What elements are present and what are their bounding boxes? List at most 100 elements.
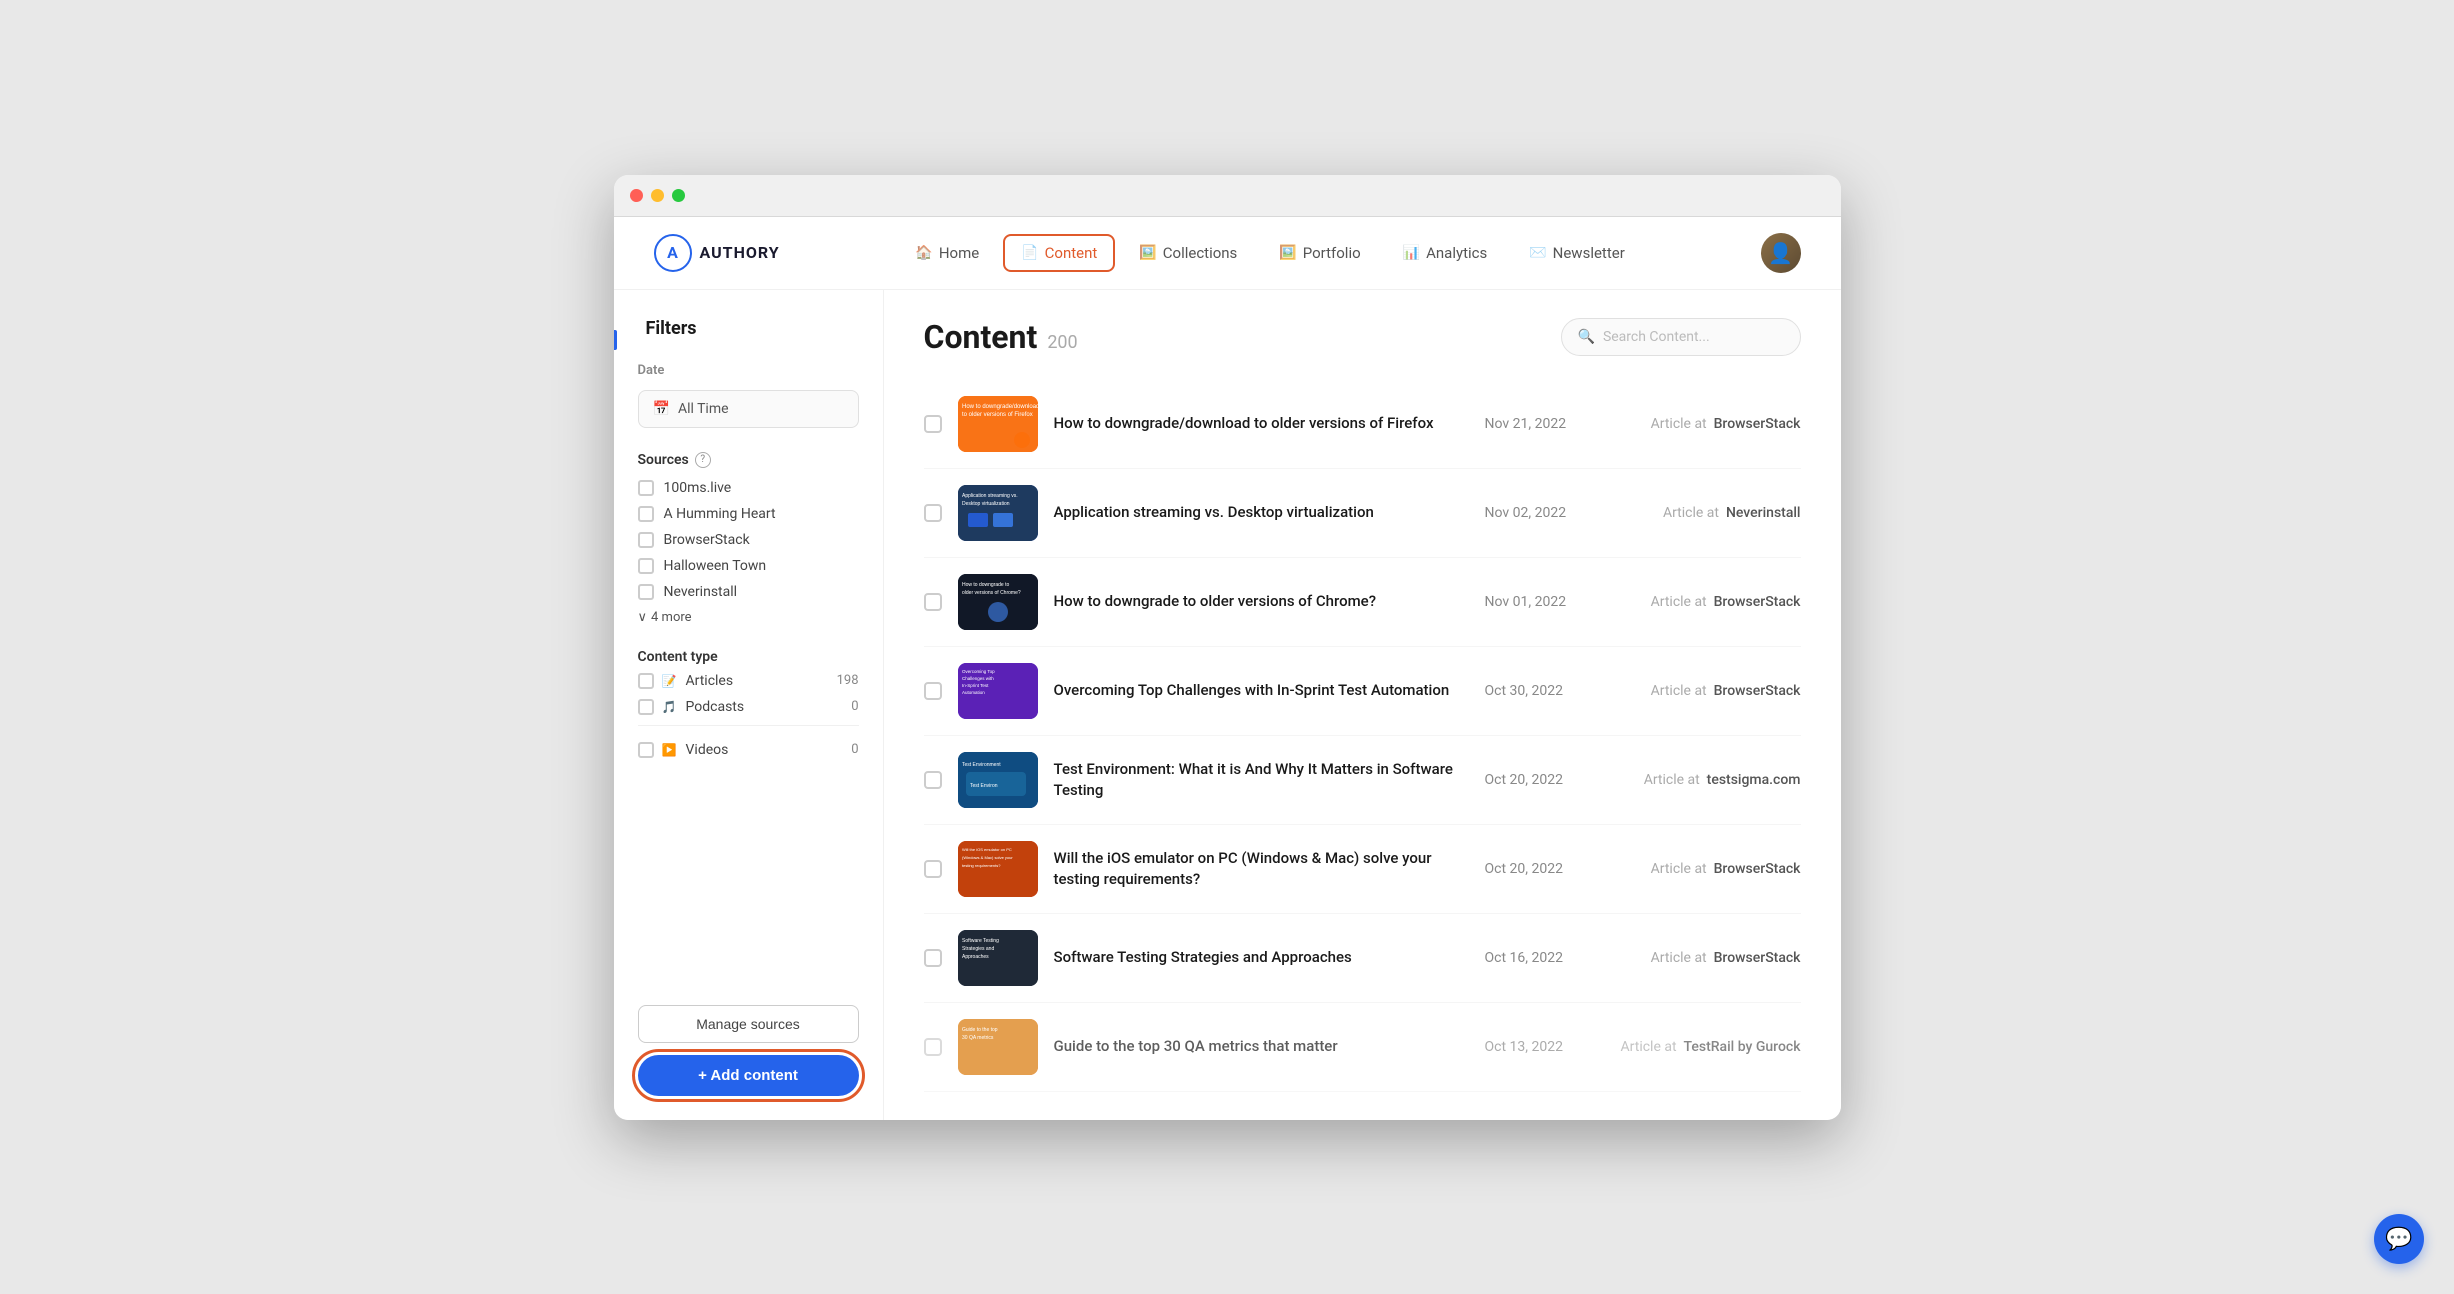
date-select[interactable]: 📅 All Time xyxy=(638,390,859,428)
item-info: Application streaming vs. Desktop virtua… xyxy=(1054,502,1469,523)
source-halloween-checkbox[interactable] xyxy=(638,558,654,574)
nav-analytics[interactable]: 📊 Analytics xyxy=(1385,234,1506,272)
help-icon[interactable]: ? xyxy=(695,452,711,468)
item-checkbox[interactable] xyxy=(924,860,942,878)
item-title: Will the iOS emulator on PC (Windows & M… xyxy=(1054,848,1469,890)
item-title: Overcoming Top Challenges with In-Sprint… xyxy=(1054,680,1469,701)
item-checkbox[interactable] xyxy=(924,504,942,522)
nav-home-label: Home xyxy=(939,244,979,262)
item-source: Article at BrowserStack xyxy=(1601,416,1801,432)
source-browserstack-checkbox[interactable] xyxy=(638,532,654,548)
type-videos[interactable]: ▶️ Videos 0 xyxy=(638,742,859,758)
source-humming-label: A Humming Heart xyxy=(664,506,776,522)
title-bar xyxy=(614,175,1841,217)
item-thumbnail: Software Testing Strategies and Approach… xyxy=(958,930,1038,986)
videos-count: 0 xyxy=(851,742,858,757)
source-100ms-checkbox[interactable] xyxy=(638,480,654,496)
item-source: Article at TestRail by Gurock xyxy=(1601,1039,1801,1055)
table-row: How to downgrade/download to older versi… xyxy=(924,380,1801,469)
type-articles-checkbox[interactable] xyxy=(638,673,654,689)
svg-text:Guide to the top: Guide to the top xyxy=(962,1027,998,1033)
logo[interactable]: A AUTHORY xyxy=(654,234,780,272)
chat-button[interactable]: 💬 xyxy=(2374,1214,2424,1264)
nav-home[interactable]: 🏠 Home xyxy=(897,234,997,272)
item-source-prefix: Article at xyxy=(1651,950,1707,966)
add-content-button[interactable]: + Add content xyxy=(638,1055,859,1096)
item-source-name: BrowserStack xyxy=(1714,594,1801,610)
item-checkbox[interactable] xyxy=(924,949,942,967)
source-neverinstall-checkbox[interactable] xyxy=(638,584,654,600)
articles-label: Articles xyxy=(686,673,829,689)
item-source-prefix: Article at xyxy=(1651,683,1707,699)
item-date: Oct 16, 2022 xyxy=(1485,950,1585,966)
sources-label: Sources xyxy=(638,452,689,468)
item-checkbox[interactable] xyxy=(924,1038,942,1056)
content-header: Content 200 🔍 Search Content... xyxy=(924,318,1801,356)
item-source-prefix: Article at xyxy=(1621,1039,1677,1055)
source-halloween-label: Halloween Town xyxy=(664,558,767,574)
videos-label: Videos xyxy=(686,742,844,758)
nav-content-label: Content xyxy=(1045,244,1098,262)
item-thumbnail: How to downgrade to older versions of Ch… xyxy=(958,574,1038,630)
nav-newsletter[interactable]: ✉️ Newsletter xyxy=(1511,234,1643,272)
nav-collections[interactable]: 🖼️ Collections xyxy=(1121,234,1255,272)
podcasts-count: 0 xyxy=(851,699,858,714)
item-source-name: BrowserStack xyxy=(1714,861,1801,877)
table-row: Will the iOS emulator on PC (Windows & M… xyxy=(924,825,1801,914)
source-humming[interactable]: A Humming Heart xyxy=(638,506,859,522)
user-avatar[interactable]: 👤 xyxy=(1761,233,1801,273)
source-neverinstall[interactable]: Neverinstall xyxy=(638,584,859,600)
app-content: A AUTHORY 🏠 Home 📄 Content 🖼️ Collection… xyxy=(614,217,1841,1120)
maximize-button[interactable] xyxy=(672,189,685,202)
podcasts-label: Podcasts xyxy=(686,699,844,715)
table-row: Software Testing Strategies and Approach… xyxy=(924,914,1801,1003)
item-source-name: BrowserStack xyxy=(1714,950,1801,966)
item-checkbox[interactable] xyxy=(924,415,942,433)
item-source-prefix: Article at xyxy=(1663,505,1719,521)
item-source: Article at BrowserStack xyxy=(1601,861,1801,877)
type-videos-checkbox[interactable] xyxy=(638,742,654,758)
source-100ms-label: 100ms.live xyxy=(664,480,732,496)
table-row: Overcoming Top Challenges with In-Sprint… xyxy=(924,647,1801,736)
sidebar-accent xyxy=(614,330,617,350)
item-checkbox[interactable] xyxy=(924,771,942,789)
source-100ms[interactable]: 100ms.live xyxy=(638,480,859,496)
nav-portfolio[interactable]: 🖼️ Portfolio xyxy=(1261,234,1378,272)
nav-content[interactable]: 📄 Content xyxy=(1003,234,1115,272)
type-podcasts[interactable]: 🎵 Podcasts 0 xyxy=(638,699,859,715)
item-source-name: TestRail by Gurock xyxy=(1684,1039,1801,1055)
item-date: Oct 20, 2022 xyxy=(1485,861,1585,877)
sidebar-bottom: Manage sources + Add content xyxy=(638,1005,859,1096)
item-source-name: BrowserStack xyxy=(1714,416,1801,432)
close-button[interactable] xyxy=(630,189,643,202)
content-type-filter: Content type 📝 Articles 198 🎵 Podcasts 0 xyxy=(638,649,859,758)
svg-text:older versions of Chrome?: older versions of Chrome? xyxy=(962,590,1021,596)
svg-text:30 QA metrics: 30 QA metrics xyxy=(962,1035,994,1041)
type-articles[interactable]: 📝 Articles 198 xyxy=(638,673,859,689)
more-sources-link[interactable]: ∨ 4 more xyxy=(638,610,859,625)
sidebar: Filters Date 📅 All Time Sources ? xyxy=(614,290,884,1120)
minimize-button[interactable] xyxy=(651,189,664,202)
item-checkbox[interactable] xyxy=(924,593,942,611)
analytics-icon: 📊 xyxy=(1403,245,1420,261)
manage-sources-button[interactable]: Manage sources xyxy=(638,1005,859,1043)
source-neverinstall-label: Neverinstall xyxy=(664,584,738,600)
svg-text:How to downgrade to: How to downgrade to xyxy=(962,582,1009,588)
svg-text:Automation: Automation xyxy=(962,690,985,695)
source-browserstack[interactable]: BrowserStack xyxy=(638,532,859,548)
type-podcasts-checkbox[interactable] xyxy=(638,699,654,715)
table-row: Guide to the top 30 QA metrics Guide to … xyxy=(924,1003,1801,1092)
collections-icon: 🖼️ xyxy=(1139,245,1156,261)
item-thumbnail: Overcoming Top Challenges with In-Sprint… xyxy=(958,663,1038,719)
search-box[interactable]: 🔍 Search Content... xyxy=(1561,318,1801,356)
item-thumbnail: Test Environment Test Environ xyxy=(958,752,1038,808)
svg-text:In-Sprint Test: In-Sprint Test xyxy=(962,683,989,688)
source-humming-checkbox[interactable] xyxy=(638,506,654,522)
source-halloween[interactable]: Halloween Town xyxy=(638,558,859,574)
svg-text:to older versions of Firefox: to older versions of Firefox xyxy=(962,412,1033,418)
item-checkbox[interactable] xyxy=(924,682,942,700)
item-thumbnail: Application streaming vs. Desktop virtua… xyxy=(958,485,1038,541)
sidebar-divider xyxy=(638,725,859,726)
content-count: 200 xyxy=(1047,332,1077,353)
nav-portfolio-label: Portfolio xyxy=(1303,244,1361,262)
